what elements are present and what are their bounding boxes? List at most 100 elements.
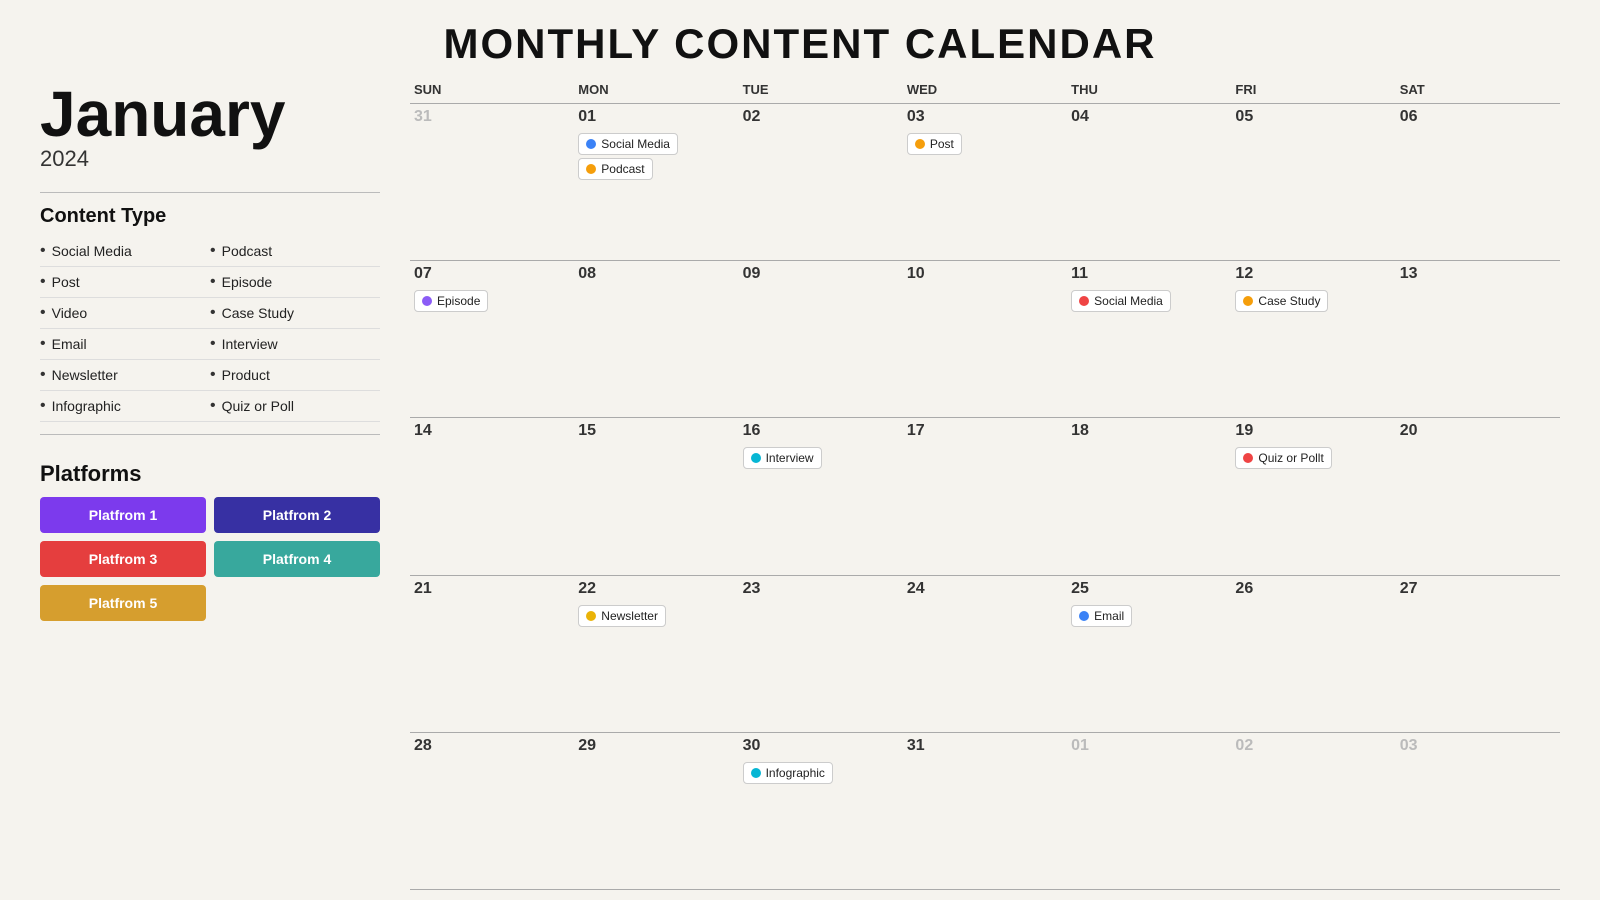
event-dot [1243, 296, 1253, 306]
calendar-cell: 14 [410, 418, 574, 575]
calendar-cell: 01 [1067, 733, 1231, 890]
content-type-item: Infographic [40, 391, 210, 422]
event-label: Newsletter [601, 609, 658, 623]
day-number: 05 [1235, 108, 1391, 126]
event-badge: Case Study [1235, 290, 1328, 312]
event-label: Quiz or Pollt [1258, 451, 1323, 465]
event-dot [751, 768, 761, 778]
platform-button-p4[interactable]: Platfrom 4 [214, 541, 380, 577]
day-number: 01 [578, 108, 734, 126]
event-dot [751, 453, 761, 463]
event-label: Episode [437, 294, 480, 308]
calendar-day-header: TUE [739, 82, 903, 104]
day-number: 11 [1071, 265, 1227, 283]
event-label: Infographic [766, 766, 825, 780]
calendar-cell: 28 [410, 733, 574, 890]
calendar-cell: 09 [739, 261, 903, 418]
day-number: 03 [1400, 737, 1556, 755]
calendar-cell: 30 Infographic [739, 733, 903, 890]
platforms-grid: Platfrom 1Platfrom 2Platfrom 3Platfrom 4… [40, 497, 380, 621]
calendar-cell: 10 [903, 261, 1067, 418]
platforms-heading: Platforms [40, 461, 380, 487]
content-type-item: Podcast [210, 236, 380, 267]
day-number: 16 [743, 422, 899, 440]
day-number: 10 [907, 265, 1063, 283]
day-number: 12 [1235, 265, 1391, 283]
calendar-cell: 07 Episode [410, 261, 574, 418]
day-number: 17 [907, 422, 1063, 440]
event-dot [1079, 296, 1089, 306]
day-number: 24 [907, 580, 1063, 598]
day-number: 02 [1235, 737, 1391, 755]
event-dot [422, 296, 432, 306]
event-label: Social Media [601, 137, 670, 151]
year-label: 2024 [40, 146, 380, 172]
calendar-cell: 12 Case Study [1231, 261, 1395, 418]
calendar-cell: 18 [1067, 418, 1231, 575]
day-number: 18 [1071, 422, 1227, 440]
content-type-heading: Content Type [40, 205, 380, 228]
event-badge: Infographic [743, 762, 833, 784]
day-number: 04 [1071, 108, 1227, 126]
platform-button-p5[interactable]: Platfrom 5 [40, 585, 206, 621]
day-number: 30 [743, 737, 899, 755]
calendar-header: SUNMONTUEWEDTHUFRISAT [410, 82, 1560, 104]
event-label: Email [1094, 609, 1124, 623]
day-number: 28 [414, 737, 570, 755]
content-type-item: Newsletter [40, 360, 210, 391]
day-number: 01 [1071, 737, 1227, 755]
day-number: 08 [578, 265, 734, 283]
event-badge: Email [1071, 605, 1132, 627]
day-number: 25 [1071, 580, 1227, 598]
content-type-item: Episode [210, 267, 380, 298]
day-number: 14 [414, 422, 570, 440]
calendar-cell: 03 [1396, 733, 1560, 890]
calendar-cell: 26 [1231, 576, 1395, 733]
calendar-cell: 17 [903, 418, 1067, 575]
content-types-grid: Social MediaPostVideoEmailNewsletterInfo… [40, 236, 380, 422]
calendar-cell: 06 [1396, 104, 1560, 261]
event-badge: Episode [414, 290, 488, 312]
day-number: 07 [414, 265, 570, 283]
event-dot [1243, 453, 1253, 463]
calendar-cell: 23 [739, 576, 903, 733]
calendar-day-header: MON [574, 82, 738, 104]
calendar-day-header: THU [1067, 82, 1231, 104]
calendar-cell: 03 Post [903, 104, 1067, 261]
day-number: 22 [578, 580, 734, 598]
content-type-item: Interview [210, 329, 380, 360]
day-number: 02 [743, 108, 899, 126]
event-dot [586, 611, 596, 621]
event-label: Podcast [601, 162, 644, 176]
calendar-cell: 29 [574, 733, 738, 890]
platform-button-p3[interactable]: Platfrom 3 [40, 541, 206, 577]
calendar-cell: 13 [1396, 261, 1560, 418]
sidebar: January 2024 Content Type Social MediaPo… [40, 82, 410, 890]
day-number: 31 [414, 108, 570, 126]
calendar-cell: 02 [1231, 733, 1395, 890]
platform-button-p1[interactable]: Platfrom 1 [40, 497, 206, 533]
day-number: 20 [1400, 422, 1556, 440]
event-dot [586, 164, 596, 174]
calendar-cell: 04 [1067, 104, 1231, 261]
calendar-cell: 08 [574, 261, 738, 418]
day-number: 06 [1400, 108, 1556, 126]
event-badge: Post [907, 133, 962, 155]
platform-button-p2[interactable]: Platfrom 2 [214, 497, 380, 533]
page-title: MONTHLY CONTENT CALENDAR [40, 20, 1560, 68]
day-number: 19 [1235, 422, 1391, 440]
month-label: January [40, 82, 380, 146]
day-number: 23 [743, 580, 899, 598]
event-dot [586, 139, 596, 149]
event-label: Post [930, 137, 954, 151]
day-number: 15 [578, 422, 734, 440]
content-type-item: Video [40, 298, 210, 329]
event-badge: Podcast [578, 158, 652, 180]
day-number: 03 [907, 108, 1063, 126]
event-dot [1079, 611, 1089, 621]
day-number: 31 [907, 737, 1063, 755]
calendar-cell: 01 Social Media Podcast [574, 104, 738, 261]
event-badge: Newsletter [578, 605, 666, 627]
calendar-cell: 20 [1396, 418, 1560, 575]
calendar-cell: 21 [410, 576, 574, 733]
